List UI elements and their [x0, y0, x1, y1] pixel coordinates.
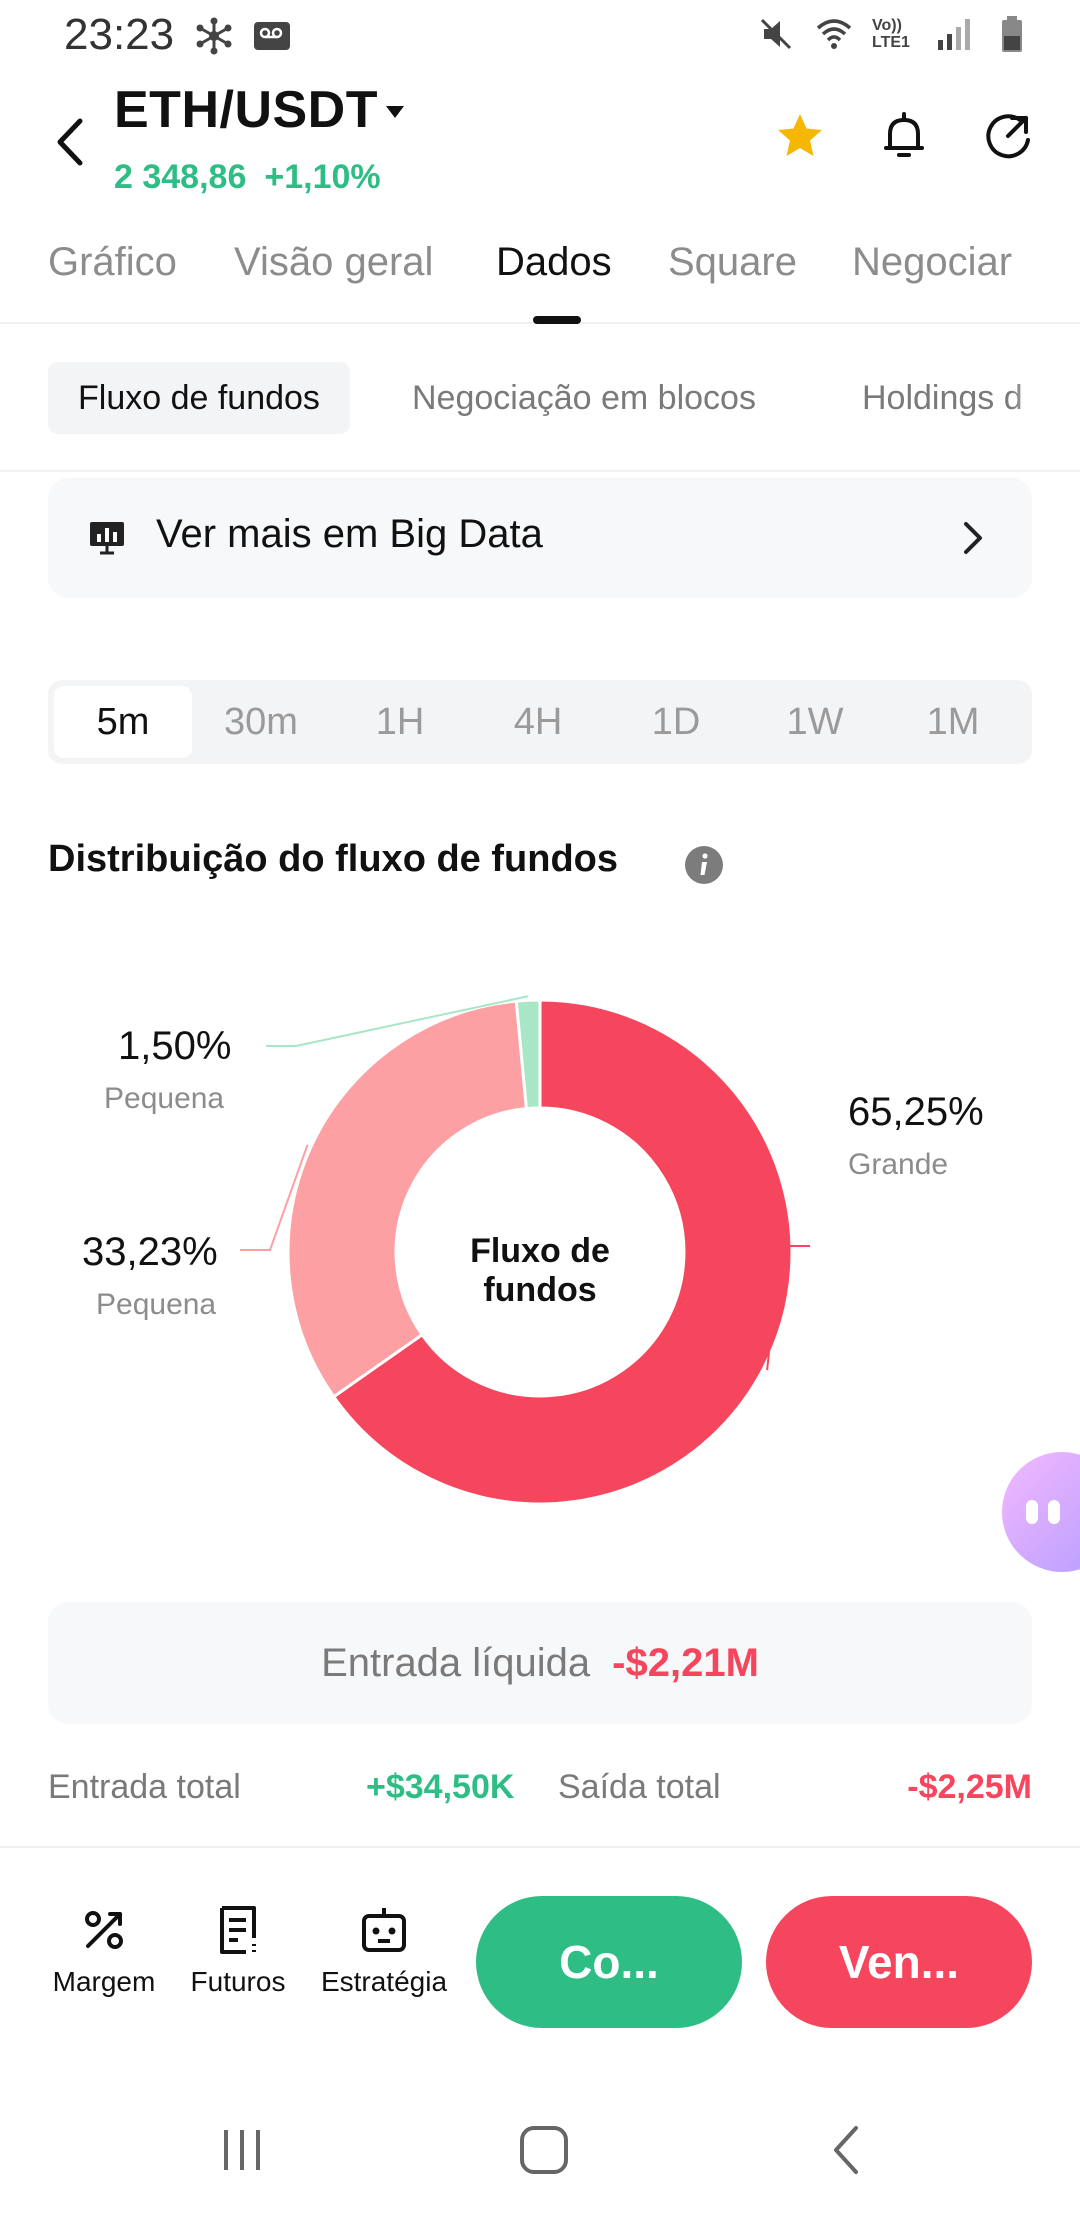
sell-button[interactable]: Ven...	[766, 1896, 1032, 2028]
info-icon[interactable]	[684, 845, 724, 885]
timeframe-30m[interactable]: 30m	[192, 686, 330, 758]
main-tabs: Gráfico Visão geral Dados Square Negocia…	[0, 232, 1080, 324]
section-title: Distribuição do fluxo de fundos	[48, 838, 618, 880]
tab-square[interactable]: Square	[668, 240, 797, 285]
sub-tabs: Fluxo de fundos Negociação em blocos Hol…	[0, 362, 1080, 434]
margin-label: Margem	[52, 1966, 156, 1997]
net-inflow-value: -$2,21M	[612, 1641, 759, 1685]
share-icon[interactable]	[980, 108, 1036, 164]
status-left-icons	[194, 16, 292, 56]
total-outflow-value: -$2,25M	[907, 1768, 1032, 1806]
strategy-button[interactable]: Estratégia	[314, 1904, 454, 1998]
recent-apps-icon[interactable]	[212, 2120, 272, 2180]
totals-row: Entrada total +$34,50K Saída total -$2,2…	[48, 1760, 1032, 1816]
price-change: +1,10%	[264, 158, 381, 196]
tab-dados[interactable]: Dados	[496, 240, 612, 285]
sub-tabs-fade	[1010, 362, 1080, 434]
assistant-eye	[1048, 1500, 1060, 1524]
price-row: 2 348,86 +1,10%	[114, 158, 381, 197]
robot-icon	[362, 1908, 406, 1952]
futures-label: Futuros	[190, 1966, 286, 1997]
subtab-negociacao-em-blocos[interactable]: Negociação em blocos	[412, 362, 756, 434]
caret-down-icon[interactable]	[384, 100, 406, 122]
timeframe-1d[interactable]: 1D	[607, 686, 745, 758]
status-bar: 23:23 Vo)) LTE1	[0, 0, 1080, 72]
slice-label-value: 65,25%	[848, 1090, 984, 1134]
timeframe-1m[interactable]: 1M	[884, 686, 1022, 758]
chevron-right-icon	[964, 522, 982, 554]
timeframe-5m[interactable]: 5m	[54, 686, 192, 758]
favorite-star-icon[interactable]	[772, 108, 828, 164]
percent-icon	[85, 1911, 123, 1949]
slice-label-name: Pequena	[96, 1288, 217, 1321]
assistant-eye	[1026, 1500, 1038, 1524]
margin-button[interactable]: Margem	[34, 1904, 174, 1998]
chevron-left-icon	[57, 118, 83, 166]
donut-slice	[286, 999, 529, 1399]
timeframe-4h[interactable]: 4H	[469, 686, 607, 758]
timeframe-1w[interactable]: 1W	[746, 686, 884, 758]
strategy-label: Estratégia	[320, 1966, 448, 1997]
wifi-icon	[816, 19, 852, 49]
subtab-holdings[interactable]: Holdings d	[862, 362, 1023, 434]
slice-label-name: Grande	[848, 1148, 949, 1181]
last-price: 2 348,86	[114, 158, 247, 196]
header-actions	[772, 108, 1036, 164]
tab-grafico[interactable]: Gráfico	[48, 240, 177, 285]
mute-icon	[760, 18, 792, 50]
bell-icon[interactable]	[876, 108, 932, 164]
status-time: 23:23	[64, 10, 175, 59]
back-nav-icon[interactable]	[818, 2120, 878, 2180]
timeframe-1h[interactable]: 1H	[331, 686, 469, 758]
presentation-chart-icon	[90, 522, 124, 555]
net-inflow-card: Entrada líquida -$2,21M	[48, 1602, 1032, 1724]
active-tab-indicator	[533, 316, 581, 324]
network-hub-icon	[196, 17, 232, 55]
home-icon[interactable]	[514, 2120, 574, 2180]
action-bar: Margem Futuros Estratégia Co... Ven...	[0, 1848, 1080, 2044]
total-inflow-value: +$34,50K	[366, 1768, 515, 1806]
futures-button[interactable]: Futuros	[168, 1904, 308, 1998]
voicemail-icon	[254, 22, 290, 50]
net-inflow-label: Entrada líquida	[321, 1641, 591, 1685]
slice-label-name: Pequena	[104, 1082, 225, 1115]
timeframe-selector: 5m 30m 1H 4H 1D 1W 1M	[48, 680, 1032, 764]
network-label: Vo)) LTE1	[872, 17, 910, 51]
subtab-fluxo-de-fundos[interactable]: Fluxo de fundos	[48, 362, 350, 434]
total-outflow-label: Saída total	[558, 1768, 721, 1806]
big-data-label: Ver mais em Big Data	[156, 512, 543, 556]
signal-icon	[938, 19, 970, 50]
buy-button[interactable]: Co...	[476, 1896, 742, 2028]
divider	[0, 470, 1080, 472]
slice-label-value: 1,50%	[118, 1024, 232, 1068]
tab-negociar[interactable]: Negociar	[852, 240, 1012, 285]
header: ETH/USDT 2 348,86 +1,10%	[0, 72, 1080, 212]
back-button[interactable]	[44, 112, 94, 172]
donut-center-label: Fluxo de fundos	[470, 1232, 610, 1309]
document-icon	[220, 1906, 256, 1954]
big-data-link[interactable]: Ver mais em Big Data	[48, 478, 1032, 598]
status-right-icons: Vo)) LTE1	[756, 14, 1032, 54]
pair-title[interactable]: ETH/USDT	[114, 80, 378, 140]
slice-label-value: 33,23%	[82, 1230, 218, 1274]
battery-icon	[1002, 16, 1022, 52]
tab-visao-geral[interactable]: Visão geral	[234, 240, 433, 285]
total-inflow-label: Entrada total	[48, 1768, 241, 1806]
system-nav-bar	[0, 2100, 1080, 2200]
